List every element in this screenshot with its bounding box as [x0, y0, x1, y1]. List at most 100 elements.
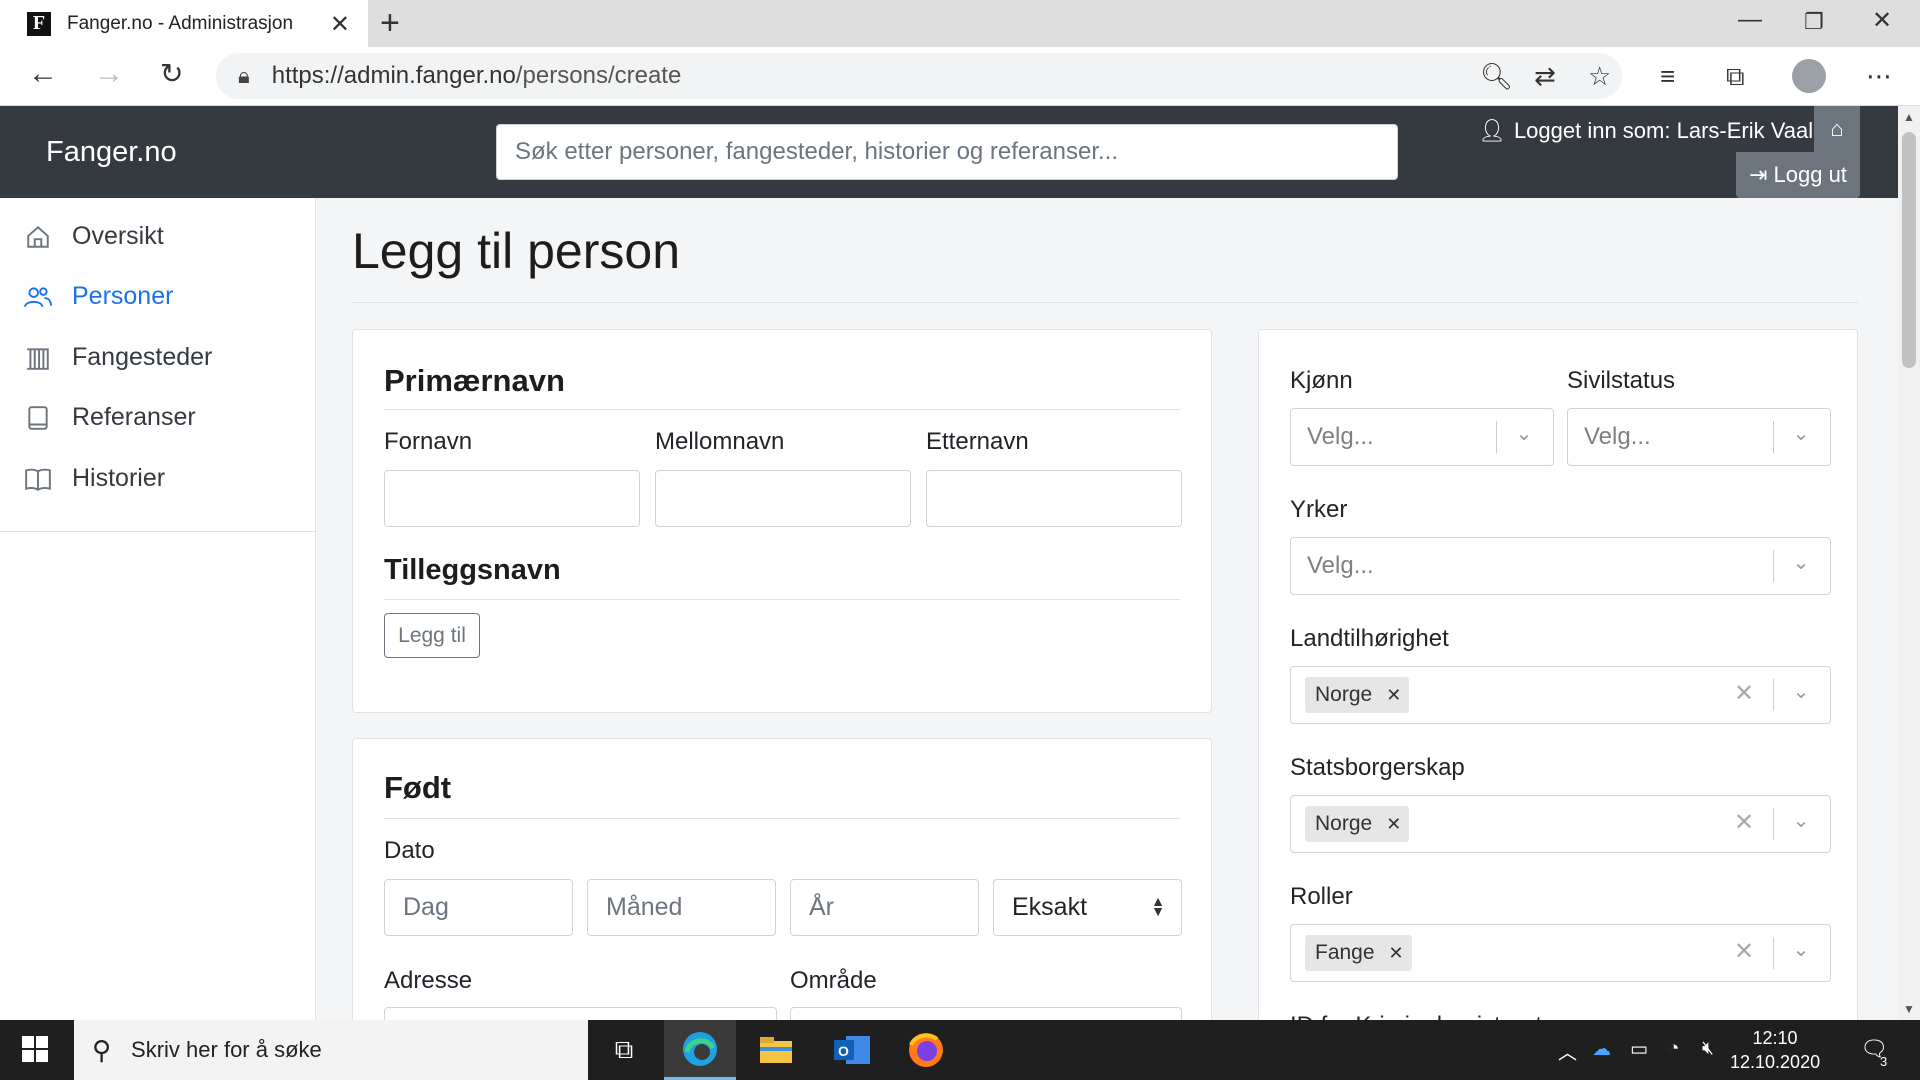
favicon-icon: F: [27, 11, 51, 36]
primary-name-card: Primærnavn Fornavn Mellomnavn Etternavn …: [352, 329, 1212, 713]
browser-tab[interactable]: F Fanger.no - Administrasjon ✕: [0, 0, 368, 47]
wifi-icon[interactable]: ◔: [1668, 1038, 1679, 1060]
home-icon: ⌂: [1830, 116, 1844, 141]
task-view-icon[interactable]: ⧉: [588, 1020, 660, 1080]
sidebar-item-fangesteder[interactable]: Fangesteder: [24, 343, 212, 372]
date-label: Dato: [384, 837, 435, 864]
middle-name-input[interactable]: [655, 470, 911, 527]
app-header: Fanger.no 👤︎ Logget inn som: Lars-Erik V…: [0, 106, 1898, 198]
logged-in-user: 👤︎ Logget inn som: Lars-Erik Vaale: [1478, 118, 1826, 143]
gender-select[interactable]: Velg... ⌄: [1290, 408, 1554, 466]
remove-tag-icon[interactable]: ✕: [1386, 814, 1401, 835]
global-search-input[interactable]: [496, 124, 1398, 180]
logout-button[interactable]: ⇥ Logg ut: [1736, 152, 1860, 198]
middle-name-label: Mellomnavn: [655, 428, 785, 455]
translate-icon[interactable]: ⇄: [1534, 61, 1556, 92]
zoom-icon[interactable]: 🔍︎: [1480, 61, 1513, 92]
open-book-icon: [24, 465, 52, 493]
month-input[interactable]: Måned: [587, 879, 776, 936]
firefox-icon[interactable]: [890, 1020, 962, 1080]
minimize-icon[interactable]: —: [1738, 6, 1762, 34]
sidebar-item-historier[interactable]: Historier: [24, 464, 165, 493]
page-scrollbar[interactable]: ▲ ▼: [1898, 106, 1920, 1020]
book-icon: [24, 404, 52, 432]
outlook-icon[interactable]: O: [816, 1020, 888, 1080]
sidebar-item-oversikt[interactable]: Oversikt: [24, 222, 164, 251]
remove-tag-icon[interactable]: ✕: [1386, 685, 1401, 706]
first-name-input[interactable]: [384, 470, 640, 527]
address-label: Adresse: [384, 967, 473, 994]
year-input[interactable]: År: [790, 879, 979, 936]
remove-tag-icon[interactable]: ✕: [1389, 943, 1404, 964]
scroll-down-icon[interactable]: ▼: [1903, 1002, 1915, 1016]
people-icon: [24, 283, 52, 311]
more-menu-icon[interactable]: ⋯: [1866, 61, 1892, 92]
home-icon: [24, 223, 52, 251]
reload-icon[interactable]: ↻: [160, 57, 183, 90]
last-name-input[interactable]: [926, 470, 1182, 527]
gender-label: Kjønn: [1290, 367, 1353, 394]
brand-logo[interactable]: Fanger.no: [46, 136, 177, 169]
favorite-star-icon[interactable]: ☆: [1588, 61, 1611, 92]
collections-icon[interactable]: ⧉: [1726, 61, 1745, 93]
clear-icon[interactable]: ✕: [1734, 937, 1754, 966]
divider: [384, 599, 1180, 600]
citizenship-tag: Norge ✕: [1305, 806, 1410, 842]
close-tab-icon[interactable]: ✕: [330, 10, 350, 39]
day-input[interactable]: Dag: [384, 879, 573, 936]
clear-icon[interactable]: ✕: [1734, 679, 1754, 708]
address-bar-row: ← → ↻ 🔒︎ https://admin.fanger.no/persons…: [0, 47, 1920, 106]
roles-label: Roller: [1290, 883, 1353, 910]
roles-select[interactable]: Fange ✕ ✕ ⌄: [1290, 924, 1831, 982]
new-tab-icon[interactable]: +: [380, 4, 400, 43]
user-icon: 👤︎: [1478, 118, 1506, 143]
file-explorer-icon[interactable]: [740, 1020, 812, 1080]
back-icon[interactable]: ←: [28, 57, 58, 91]
battery-icon[interactable]: ▭: [1630, 1038, 1648, 1061]
person-details-card: Kjønn Sivilstatus Velg... ⌄ Velg... ⌄ Yr…: [1258, 329, 1858, 1079]
onedrive-icon[interactable]: ☁: [1592, 1038, 1611, 1061]
taskbar-search[interactable]: ⚲ Skriv her for å søke: [74, 1020, 588, 1080]
occupation-label: Yrker: [1290, 496, 1348, 523]
sidebar-item-referanser[interactable]: Referanser: [24, 403, 196, 432]
svg-text:O: O: [838, 1043, 849, 1059]
lock-icon: 🔒︎: [238, 63, 250, 88]
home-button[interactable]: ⌂: [1814, 106, 1860, 152]
sidebar-item-personer[interactable]: Personer: [24, 282, 173, 311]
divider: [352, 302, 1858, 303]
volume-muted-icon[interactable]: 🔇︎: [1702, 1038, 1714, 1060]
scroll-up-icon[interactable]: ▲: [1903, 110, 1915, 124]
precision-select[interactable]: Eksakt ▲ ▼: [993, 879, 1182, 936]
area-label: Område: [790, 967, 877, 994]
windows-start-icon[interactable]: [22, 1036, 48, 1062]
url-text: https://admin.fanger.no/persons/create: [271, 62, 682, 89]
occupation-select[interactable]: Velg... ⌄: [1290, 537, 1831, 595]
last-name-label: Etternavn: [926, 428, 1029, 455]
extra-names-heading: Tilleggsnavn: [384, 554, 561, 586]
primary-name-heading: Primærnavn: [384, 363, 565, 398]
tab-title: Fanger.no - Administrasjon: [67, 12, 294, 34]
taskbar-clock[interactable]: 12:10 12.10.2020: [1730, 1026, 1820, 1074]
window-close-icon[interactable]: ✕: [1872, 6, 1892, 35]
civil-status-select[interactable]: Velg... ⌄: [1567, 408, 1831, 466]
notification-count: 3: [1880, 1054, 1888, 1069]
logout-icon: ⇥: [1749, 162, 1768, 187]
tray-chevron-icon[interactable]: ︿: [1558, 1038, 1577, 1065]
country-select[interactable]: Norge ✕ ✕ ⌄: [1290, 666, 1831, 724]
profile-avatar[interactable]: [1792, 59, 1826, 93]
restore-icon[interactable]: ❐: [1804, 9, 1824, 35]
chevron-down-icon: ⌄: [1792, 810, 1810, 832]
clear-icon[interactable]: ✕: [1734, 808, 1754, 837]
url-field[interactable]: 🔒︎ https://admin.fanger.no/persons/creat…: [216, 53, 1622, 99]
divider: [384, 818, 1180, 819]
edge-icon[interactable]: [664, 1020, 736, 1080]
citizenship-select[interactable]: Norge ✕ ✕ ⌄: [1290, 795, 1831, 853]
first-name-label: Fornavn: [384, 428, 473, 455]
prison-icon: [24, 344, 52, 372]
add-extra-name-button[interactable]: Legg til: [384, 613, 480, 658]
favorites-list-icon[interactable]: ≡: [1660, 61, 1675, 92]
forward-icon[interactable]: →: [94, 57, 124, 91]
scrollbar-thumb[interactable]: [1902, 132, 1916, 368]
chevron-down-icon: ⌄: [1792, 939, 1810, 961]
citizenship-label: Statsborgerskap: [1290, 754, 1465, 781]
